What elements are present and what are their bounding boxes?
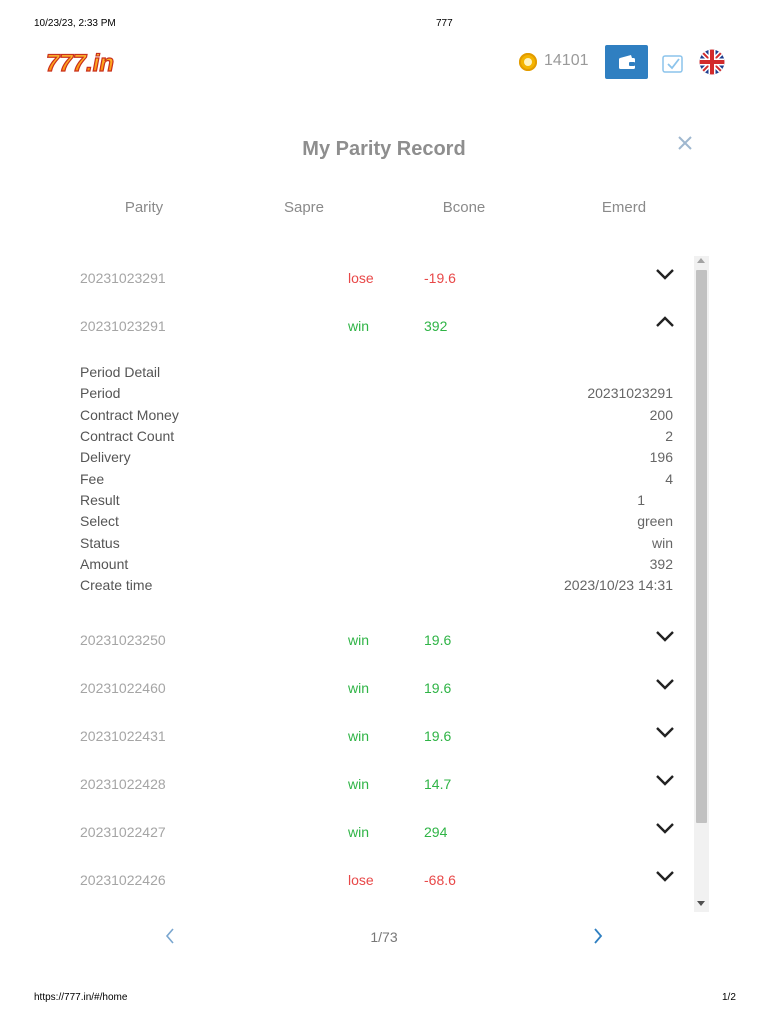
- record-list[interactable]: 20231023291 lose -19.6 20231023291 win 3…: [60, 254, 692, 912]
- record-period: 20231022426: [80, 872, 166, 888]
- record-row[interactable]: 20231022431 win 19.6: [60, 712, 692, 760]
- detail-value: green: [637, 513, 673, 529]
- detail-label: Select: [80, 513, 119, 529]
- detail-label: Result: [80, 492, 120, 508]
- record-amount: 294: [424, 824, 448, 840]
- record-row[interactable]: 20231023291 lose -19.6: [60, 254, 692, 302]
- detail-label: Contract Money: [80, 407, 179, 423]
- scrollbar-thumb[interactable]: [696, 270, 707, 823]
- detail-value: 2: [665, 428, 673, 444]
- balance-amount: 14101: [544, 52, 589, 69]
- record-result: win: [348, 680, 370, 696]
- dialog-title: My Parity Record: [302, 138, 466, 160]
- record-amount: -68.6: [424, 872, 456, 888]
- record-period: 20231023250: [80, 632, 166, 648]
- detail-value: 20231023291: [587, 385, 673, 401]
- detail-value: win: [651, 535, 673, 551]
- print-page-number: 1/2: [722, 992, 736, 1003]
- chevron-down-icon[interactable]: [654, 676, 676, 692]
- uk-flag-icon[interactable]: [699, 49, 725, 75]
- record-period: 20231022460: [80, 680, 166, 696]
- record-row[interactable]: 20231022426 lose -68.6: [60, 856, 692, 904]
- column-header-sapre[interactable]: Sapre: [244, 199, 364, 216]
- detail-label: Contract Count: [80, 428, 175, 444]
- column-header-bcone[interactable]: Bcone: [404, 199, 524, 216]
- record-result: lose: [348, 872, 374, 888]
- scroll-down-arrow-icon[interactable]: [697, 901, 705, 906]
- period-detail-panel: Period Detail Period 20231023291 Contract…: [60, 350, 692, 616]
- page-indicator: 1/73: [370, 929, 398, 945]
- detail-label: Amount: [80, 556, 129, 572]
- record-row[interactable]: 20231023291 win 392: [60, 302, 692, 350]
- detail-value: 2023/10/23 14:31: [564, 577, 673, 593]
- column-header-parity[interactable]: Parity: [84, 199, 204, 216]
- chevron-down-icon[interactable]: [654, 868, 676, 884]
- chevron-down-icon[interactable]: [654, 266, 676, 282]
- record-amount: 19.6: [424, 728, 452, 744]
- period-detail-title: Period Detail: [80, 364, 161, 380]
- coin-icon: [519, 53, 537, 71]
- record-amount: 392: [424, 318, 448, 334]
- chevron-down-icon[interactable]: [654, 724, 676, 740]
- record-row[interactable]: 20231022427 win 294: [60, 808, 692, 856]
- record-period: 20231022431: [80, 728, 166, 744]
- detail-label: Status: [80, 535, 120, 551]
- detail-label: Fee: [80, 471, 105, 487]
- record-period: 20231022428: [80, 776, 166, 792]
- detail-value: 1: [637, 492, 645, 508]
- check-icon[interactable]: [662, 53, 684, 73]
- record-period: 20231023291: [80, 270, 166, 286]
- chevron-down-icon[interactable]: [654, 820, 676, 836]
- record-row[interactable]: 20231023250 win 19.6: [60, 616, 692, 664]
- chevron-right-icon: [594, 928, 603, 944]
- record-row[interactable]: 20231022428 win 14.7: [60, 760, 692, 808]
- record-result: win: [348, 776, 370, 792]
- detail-label: Period: [80, 385, 121, 401]
- chevron-up-icon[interactable]: [654, 314, 676, 330]
- scroll-up-arrow-icon[interactable]: [697, 258, 705, 263]
- record-period: 20231023291: [80, 318, 166, 334]
- record-amount: 19.6: [424, 632, 452, 648]
- chevron-down-icon[interactable]: [654, 772, 676, 788]
- record-result: win: [348, 824, 370, 840]
- chevron-down-icon[interactable]: [654, 628, 676, 644]
- record-amount: 19.6: [424, 680, 452, 696]
- print-page-title: 777: [436, 18, 453, 29]
- wallet-button[interactable]: [605, 45, 648, 79]
- record-amount: -19.6: [424, 270, 456, 286]
- record-result: win: [348, 728, 370, 744]
- print-url: https://777.in/#/home: [34, 992, 128, 1003]
- record-row[interactable]: 20231022460 win 19.6: [60, 664, 692, 712]
- record-result: win: [348, 318, 370, 334]
- detail-label: Delivery: [80, 449, 131, 465]
- record-period: 20231022427: [80, 824, 166, 840]
- detail-label: Create time: [80, 577, 153, 593]
- close-icon[interactable]: [676, 134, 694, 152]
- detail-value: 196: [649, 449, 673, 465]
- detail-value: 200: [649, 407, 673, 423]
- detail-value: 4: [665, 471, 673, 487]
- logo-text: 777.in: [46, 50, 114, 77]
- record-result: lose: [348, 270, 374, 286]
- site-logo[interactable]: 777.in: [45, 49, 115, 77]
- record-result: win: [348, 632, 370, 648]
- record-amount: 14.7: [424, 776, 452, 792]
- next-page-button[interactable]: [590, 926, 606, 946]
- column-header-emerd[interactable]: Emerd: [564, 199, 684, 216]
- detail-value: 392: [649, 556, 673, 572]
- print-datetime: 10/23/23, 2:33 PM: [34, 18, 116, 29]
- wallet-icon: [618, 55, 635, 69]
